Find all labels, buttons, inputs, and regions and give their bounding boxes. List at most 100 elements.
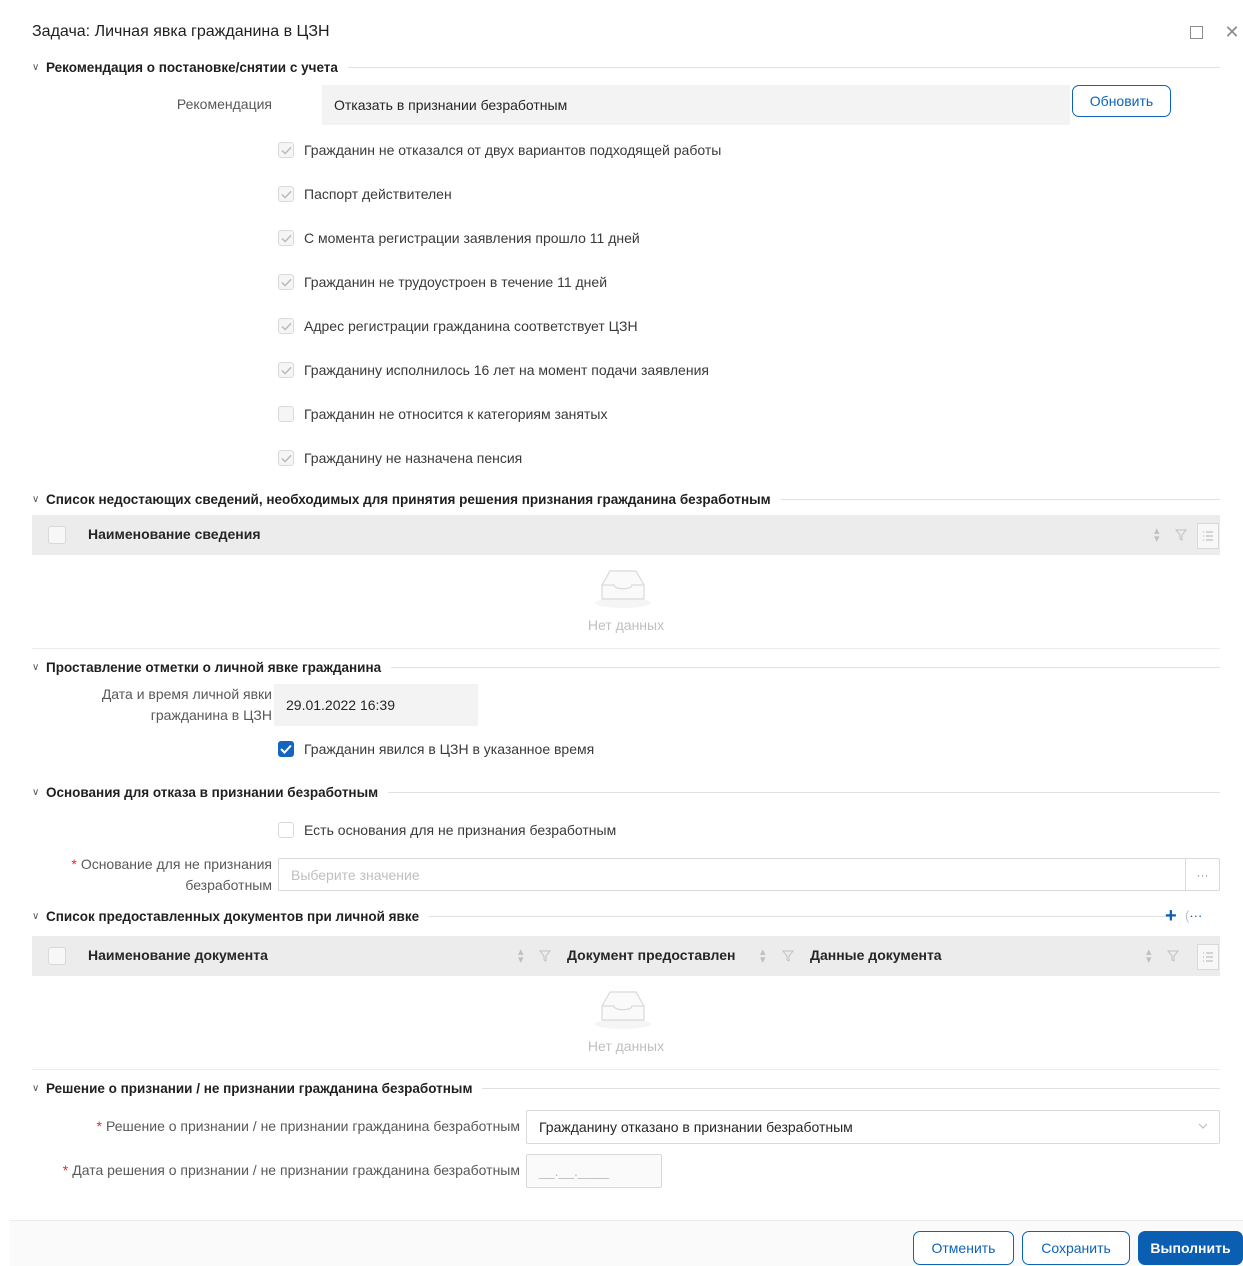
missing-grid-header: Наименование сведения ▴ ▾ [32, 515, 1220, 555]
refresh-button[interactable]: Обновить [1072, 85, 1171, 117]
chevron-down-icon: ∨ [32, 786, 40, 798]
recommendation-check-row[interactable]: Гражданин не трудоустроен в течение 11 д… [278, 272, 607, 292]
divider [391, 666, 1220, 668]
recommendation-check-label: С момента регистрации заявления прошло 1… [304, 230, 640, 246]
label-text: Решение о признании / не признании гражд… [105, 1118, 520, 1134]
required-marker: * [96, 1118, 102, 1134]
recommendation-checkbox[interactable] [278, 406, 294, 422]
section-title: Рекомендация о постановке/снятии с учета [46, 59, 338, 75]
has-grounds-checkbox-row[interactable]: Есть основания для не признания безработ… [278, 820, 616, 840]
section-decision-header[interactable]: ∨ Решение о признании / не признании гра… [32, 1079, 1220, 1097]
section-title: Основания для отказа в признании безрабо… [46, 784, 379, 800]
recommendation-checkbox[interactable] [278, 318, 294, 334]
cancel-button-label: Отменить [931, 1240, 996, 1256]
chevron-down-icon: ∨ [32, 493, 40, 505]
reason-label: * Основание для не признания безработным [50, 854, 272, 896]
maximize-icon[interactable] [1186, 22, 1206, 42]
column-header-doc-data[interactable]: Данные документа [810, 947, 942, 963]
section-missing-header[interactable]: ∨ Список недостающих сведений, необходим… [32, 490, 1220, 508]
title-bar: Задача: Личная явка гражданина в ЦЗН ✕ [10, 8, 1243, 58]
recommendation-field: Отказать в признании безработным [322, 85, 1070, 125]
recommendation-check-row[interactable]: Гражданину исполнилось 16 лет на момент … [278, 360, 709, 380]
sort-icon[interactable]: ▴ ▾ [1154, 526, 1160, 545]
required-marker: * [71, 856, 77, 872]
section-attendance-header[interactable]: ∨ Проставление отметки о личной явке гра… [32, 658, 1220, 676]
has-grounds-checkbox[interactable] [278, 822, 294, 838]
divider [780, 498, 1220, 500]
recommendation-check-label: Паспорт действителен [304, 186, 452, 202]
recommendation-check-row[interactable]: С момента регистрации заявления прошло 1… [278, 228, 640, 248]
recommendation-check-label: Гражданин не относится к категориям заня… [304, 406, 608, 422]
checkmark-icon [280, 146, 292, 155]
select-all-checkbox[interactable] [48, 526, 66, 544]
column-settings-icon[interactable] [1197, 944, 1219, 970]
sort-icon[interactable]: ▴ ▾ [1146, 947, 1152, 966]
sort-icon[interactable]: ▴ ▾ [518, 947, 524, 966]
empty-text: Нет данных [587, 1038, 665, 1054]
empty-inbox-icon [595, 991, 651, 1029]
section-documents-header[interactable]: ∨ Список предоставленных документов при … [32, 907, 1220, 925]
empty-text: Нет данных [587, 617, 665, 633]
column-header-doc-provided[interactable]: Документ предоставлен [567, 947, 736, 963]
recommendation-check-row[interactable]: Гражданин не относится к категориям заня… [278, 404, 607, 424]
empty-inbox-icon [595, 570, 651, 608]
has-grounds-label: Есть основания для не признания безработ… [304, 822, 617, 838]
column-header-doc-name[interactable]: Наименование документа [88, 947, 268, 963]
divider [388, 791, 1220, 793]
chevron-down-icon: ∨ [32, 661, 40, 673]
section-refusal-header[interactable]: ∨ Основания для отказа в признании безра… [32, 783, 1220, 801]
chevron-down-icon: ∨ [32, 910, 40, 922]
recommendation-check-row[interactable]: Гражданин не отказался от двух вариантов… [278, 140, 721, 160]
recommendation-checkbox[interactable] [278, 186, 294, 202]
checkmark-icon [280, 278, 292, 287]
recommendation-checkbox[interactable] [278, 230, 294, 246]
decision-label: * Решение о признании / не признании граж… [30, 1116, 520, 1137]
chevron-down-icon [1197, 1119, 1209, 1135]
recommendation-check-row[interactable]: Паспорт действителен [278, 184, 452, 204]
recommendation-check-row[interactable]: Гражданину не назначена пенсия [278, 448, 522, 468]
section-recommendation-header[interactable]: ∨ Рекомендация о постановке/снятии с уче… [32, 58, 1220, 76]
section-title: Список недостающих сведений, необходимых… [46, 491, 771, 507]
section-title: Решение о признании / не признании гражд… [46, 1080, 473, 1096]
recommendation-checkbox[interactable] [278, 142, 294, 158]
section-title: Проставление отметки о личной явке гражд… [46, 659, 382, 675]
filter-icon[interactable] [1174, 528, 1188, 544]
decision-date-input[interactable]: __.__.____ [526, 1154, 662, 1188]
sort-icon[interactable]: ▴ ▾ [760, 947, 766, 966]
reason-select[interactable]: Выберите значение ··· [278, 858, 1220, 891]
filter-icon[interactable] [1166, 949, 1180, 965]
label-line: Дата и время личной явки [101, 686, 272, 702]
close-icon[interactable]: ✕ [1222, 22, 1242, 42]
cancel-button[interactable]: Отменить [913, 1231, 1014, 1265]
checkmark-icon [280, 366, 292, 375]
filter-icon[interactable] [538, 949, 552, 965]
attended-checkbox[interactable] [278, 741, 294, 757]
attended-checkbox-row[interactable]: Гражданин явился в ЦЗН в указанное время [278, 739, 594, 759]
divider [429, 915, 1170, 917]
task-dialog: Задача: Личная явка гражданина в ЦЗН ✕ ∨… [10, 8, 1243, 1266]
recommendation-check-label: Гражданину не назначена пенсия [304, 450, 523, 466]
label-line: Основание для не признания [80, 856, 272, 872]
recommendation-checkbox[interactable] [278, 362, 294, 378]
recommendation-checkbox[interactable] [278, 274, 294, 290]
more-actions-icon[interactable]: (··· [1185, 907, 1202, 925]
recommendation-check-row[interactable]: Адрес регистрации гражданина соответству… [278, 316, 638, 336]
column-header-name[interactable]: Наименование сведения [88, 526, 261, 542]
decision-select[interactable]: Гражданину отказано в признании безработ… [526, 1110, 1220, 1144]
missing-grid-body: Нет данных [32, 555, 1220, 649]
chevron-down-icon: ∨ [32, 1082, 40, 1094]
recommendation-label: Рекомендация [176, 96, 272, 112]
filter-icon[interactable] [781, 949, 795, 965]
attendance-date-value: 29.01.2022 16:39 [286, 697, 395, 713]
ellipsis-icon: ··· [1189, 908, 1203, 923]
ellipsis-icon[interactable]: ··· [1185, 859, 1219, 890]
column-settings-icon[interactable] [1197, 523, 1219, 549]
plus-icon[interactable]: + [1165, 906, 1177, 926]
recommendation-checkbox[interactable] [278, 450, 294, 466]
divider [482, 1087, 1220, 1089]
execute-button[interactable]: Выполнить [1138, 1231, 1243, 1265]
required-marker: * [62, 1162, 69, 1178]
select-all-checkbox[interactable] [48, 947, 66, 965]
save-button[interactable]: Сохранить [1022, 1231, 1130, 1265]
section-title: Список предоставленных документов при ли… [46, 908, 420, 924]
